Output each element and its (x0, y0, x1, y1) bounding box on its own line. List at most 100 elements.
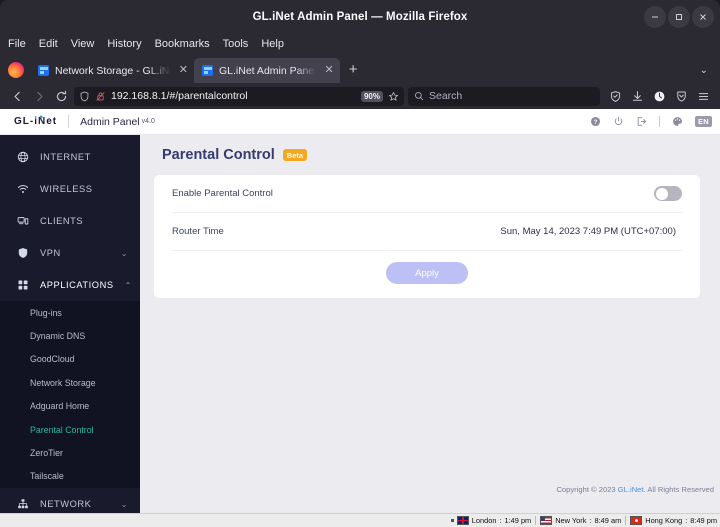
help-icon[interactable]: ? (590, 116, 601, 127)
apply-row: Apply (172, 251, 682, 298)
url-bar[interactable]: 192.168.8.1/#/parentalcontrol 90% (74, 86, 404, 106)
menu-tools[interactable]: Tools (223, 38, 249, 50)
sidebar-item-zerotier[interactable]: ZeroTier (0, 441, 140, 464)
brand-accent-icon: ● (39, 114, 45, 121)
sidebar-item-network-storage[interactable]: Network Storage (0, 371, 140, 394)
bookmark-star-icon[interactable] (388, 91, 399, 102)
clock-divider (625, 516, 627, 525)
tab-close-icon[interactable]: ✕ (322, 65, 333, 76)
admin-header-actions: ? EN (590, 116, 712, 127)
clock-city: New York (555, 516, 587, 525)
page-header: Parental Control Beta (162, 147, 700, 163)
gl-inet-logo[interactable]: GL-iNet ● (14, 114, 58, 127)
sidebar-item-goodcloud[interactable]: GoodCloud (0, 348, 140, 371)
new-tab-button[interactable]: + (349, 62, 358, 77)
shield-icon (610, 90, 620, 102)
apply-button[interactable]: Apply (386, 262, 468, 284)
row-label: Router Time (172, 226, 224, 237)
main-content: Parental Control Beta Enable Parental Co… (140, 135, 720, 513)
tracking-protection-button[interactable] (604, 86, 626, 106)
chevron-up-icon: ⌃ (124, 280, 132, 290)
list-all-tabs-icon[interactable]: ⌄ (700, 65, 708, 76)
browser-tab-network-storage[interactable]: Network Storage - GL.iNe ✕ (30, 58, 194, 83)
tab-strip: Network Storage - GL.iNe ✕ GL.iNet Admin… (0, 55, 720, 83)
search-icon (415, 92, 424, 101)
language-selector[interactable]: EN (694, 116, 712, 127)
clock-divider (535, 516, 537, 525)
brand-text: GL-iNet (14, 116, 58, 127)
window-controls (644, 0, 714, 33)
sub-item-label: Plug-ins (30, 307, 62, 318)
browser-tab-admin-panel[interactable]: GL.iNet Admin Panel ✕ (194, 58, 340, 83)
version-label: v4.0 (141, 118, 155, 125)
clock-time: 1:49 pm (504, 516, 532, 525)
menu-view[interactable]: View (71, 38, 95, 50)
close-icon (700, 13, 706, 20)
power-icon[interactable] (613, 116, 624, 127)
page-title: Parental Control (162, 147, 275, 163)
downloads-button[interactable] (626, 86, 648, 106)
sidebar-item-label: APPLICATIONS (40, 280, 114, 290)
enable-parental-control-toggle[interactable] (654, 186, 682, 201)
menu-file[interactable]: File (8, 38, 26, 50)
account-button[interactable] (648, 86, 670, 106)
save-to-pocket-button[interactable] (670, 86, 692, 106)
menu-help[interactable]: Help (261, 38, 284, 50)
menu-bookmarks[interactable]: Bookmarks (155, 38, 210, 50)
svg-text:?: ? (594, 119, 598, 126)
forward-button[interactable] (28, 86, 50, 106)
clock-city: London (471, 516, 497, 525)
sidebar-item-applications[interactable]: APPLICATIONS ⌃ (0, 269, 140, 301)
favicon-icon (38, 65, 49, 76)
tab-close-icon[interactable]: ✕ (177, 65, 188, 76)
copyright-suffix: . All Rights Reserved (643, 485, 714, 494)
sub-item-label: Adguard Home (30, 401, 90, 412)
tab-title: Network Storage - GL.iNe (55, 64, 171, 77)
maximize-button[interactable] (668, 5, 690, 28)
sidebar-item-label: CLIENTS (40, 216, 84, 226)
app-menu-button[interactable] (692, 86, 714, 106)
toggle-knob (656, 187, 668, 200)
shield-icon (80, 91, 89, 101)
clock-hong-kong: Hong Kong: 8:49 pm (630, 516, 717, 525)
logout-icon[interactable] (636, 116, 647, 127)
favicon-icon (202, 65, 213, 76)
back-button[interactable] (6, 86, 28, 106)
sidebar-item-tailscale[interactable]: Tailscale (0, 465, 140, 488)
sidebar-item-adguard-home[interactable]: Adguard Home (0, 395, 140, 418)
sidebar-item-internet[interactable]: INTERNET (0, 141, 140, 173)
sidebar: INTERNET WIRELESS CLIENTS VPN ⌄ APPLICAT… (0, 135, 140, 513)
sidebar-item-parental-control[interactable]: Parental Control (0, 418, 140, 441)
sub-item-label: GoodCloud (30, 354, 75, 365)
menu-history[interactable]: History (107, 38, 141, 50)
zoom-level-badge[interactable]: 90% (360, 90, 383, 102)
sidebar-item-wireless[interactable]: WIRELESS (0, 173, 140, 205)
clock-london: London: 1:49 pm (456, 516, 532, 525)
router-time-value: Sun, May 14, 2023 7:49 PM (UTC+07:00) (500, 226, 676, 237)
clock-time: 8:49 pm (690, 516, 717, 525)
minimize-button[interactable] (644, 5, 666, 28)
applications-submenu: Plug-ins Dynamic DNS GoodCloud Network S… (0, 301, 140, 489)
sidebar-item-vpn[interactable]: VPN ⌄ (0, 237, 140, 269)
menu-edit[interactable]: Edit (39, 38, 58, 50)
sidebar-item-plug-ins[interactable]: Plug-ins (0, 301, 140, 324)
sub-item-label: Parental Control (30, 424, 94, 435)
insecure-lock-icon[interactable] (95, 91, 106, 102)
wifi-icon (16, 183, 29, 196)
navigation-toolbar: 192.168.8.1/#/parentalcontrol 90% Search (0, 83, 720, 109)
sidebar-item-dynamic-dns[interactable]: Dynamic DNS (0, 324, 140, 347)
account-circle-icon (654, 91, 664, 101)
theme-icon[interactable] (672, 116, 683, 127)
clock-city: Hong Kong (645, 516, 683, 525)
beta-badge: Beta (282, 149, 308, 161)
search-bar[interactable]: Search (408, 86, 600, 106)
sidebar-item-network[interactable]: NETWORK ⌄ (0, 488, 140, 513)
reload-button[interactable] (50, 86, 72, 106)
close-button[interactable] (692, 5, 714, 28)
url-text: 192.168.8.1/#/parentalcontrol (111, 90, 248, 102)
sidebar-item-clients[interactable]: CLIENTS (0, 205, 140, 237)
row-router-time: Router Time Sun, May 14, 2023 7:49 PM (U… (172, 213, 682, 251)
sub-item-label: Tailscale (30, 471, 64, 482)
gl-inet-link[interactable]: GL.iNet (618, 485, 644, 494)
sub-item-label: Network Storage (30, 377, 96, 388)
